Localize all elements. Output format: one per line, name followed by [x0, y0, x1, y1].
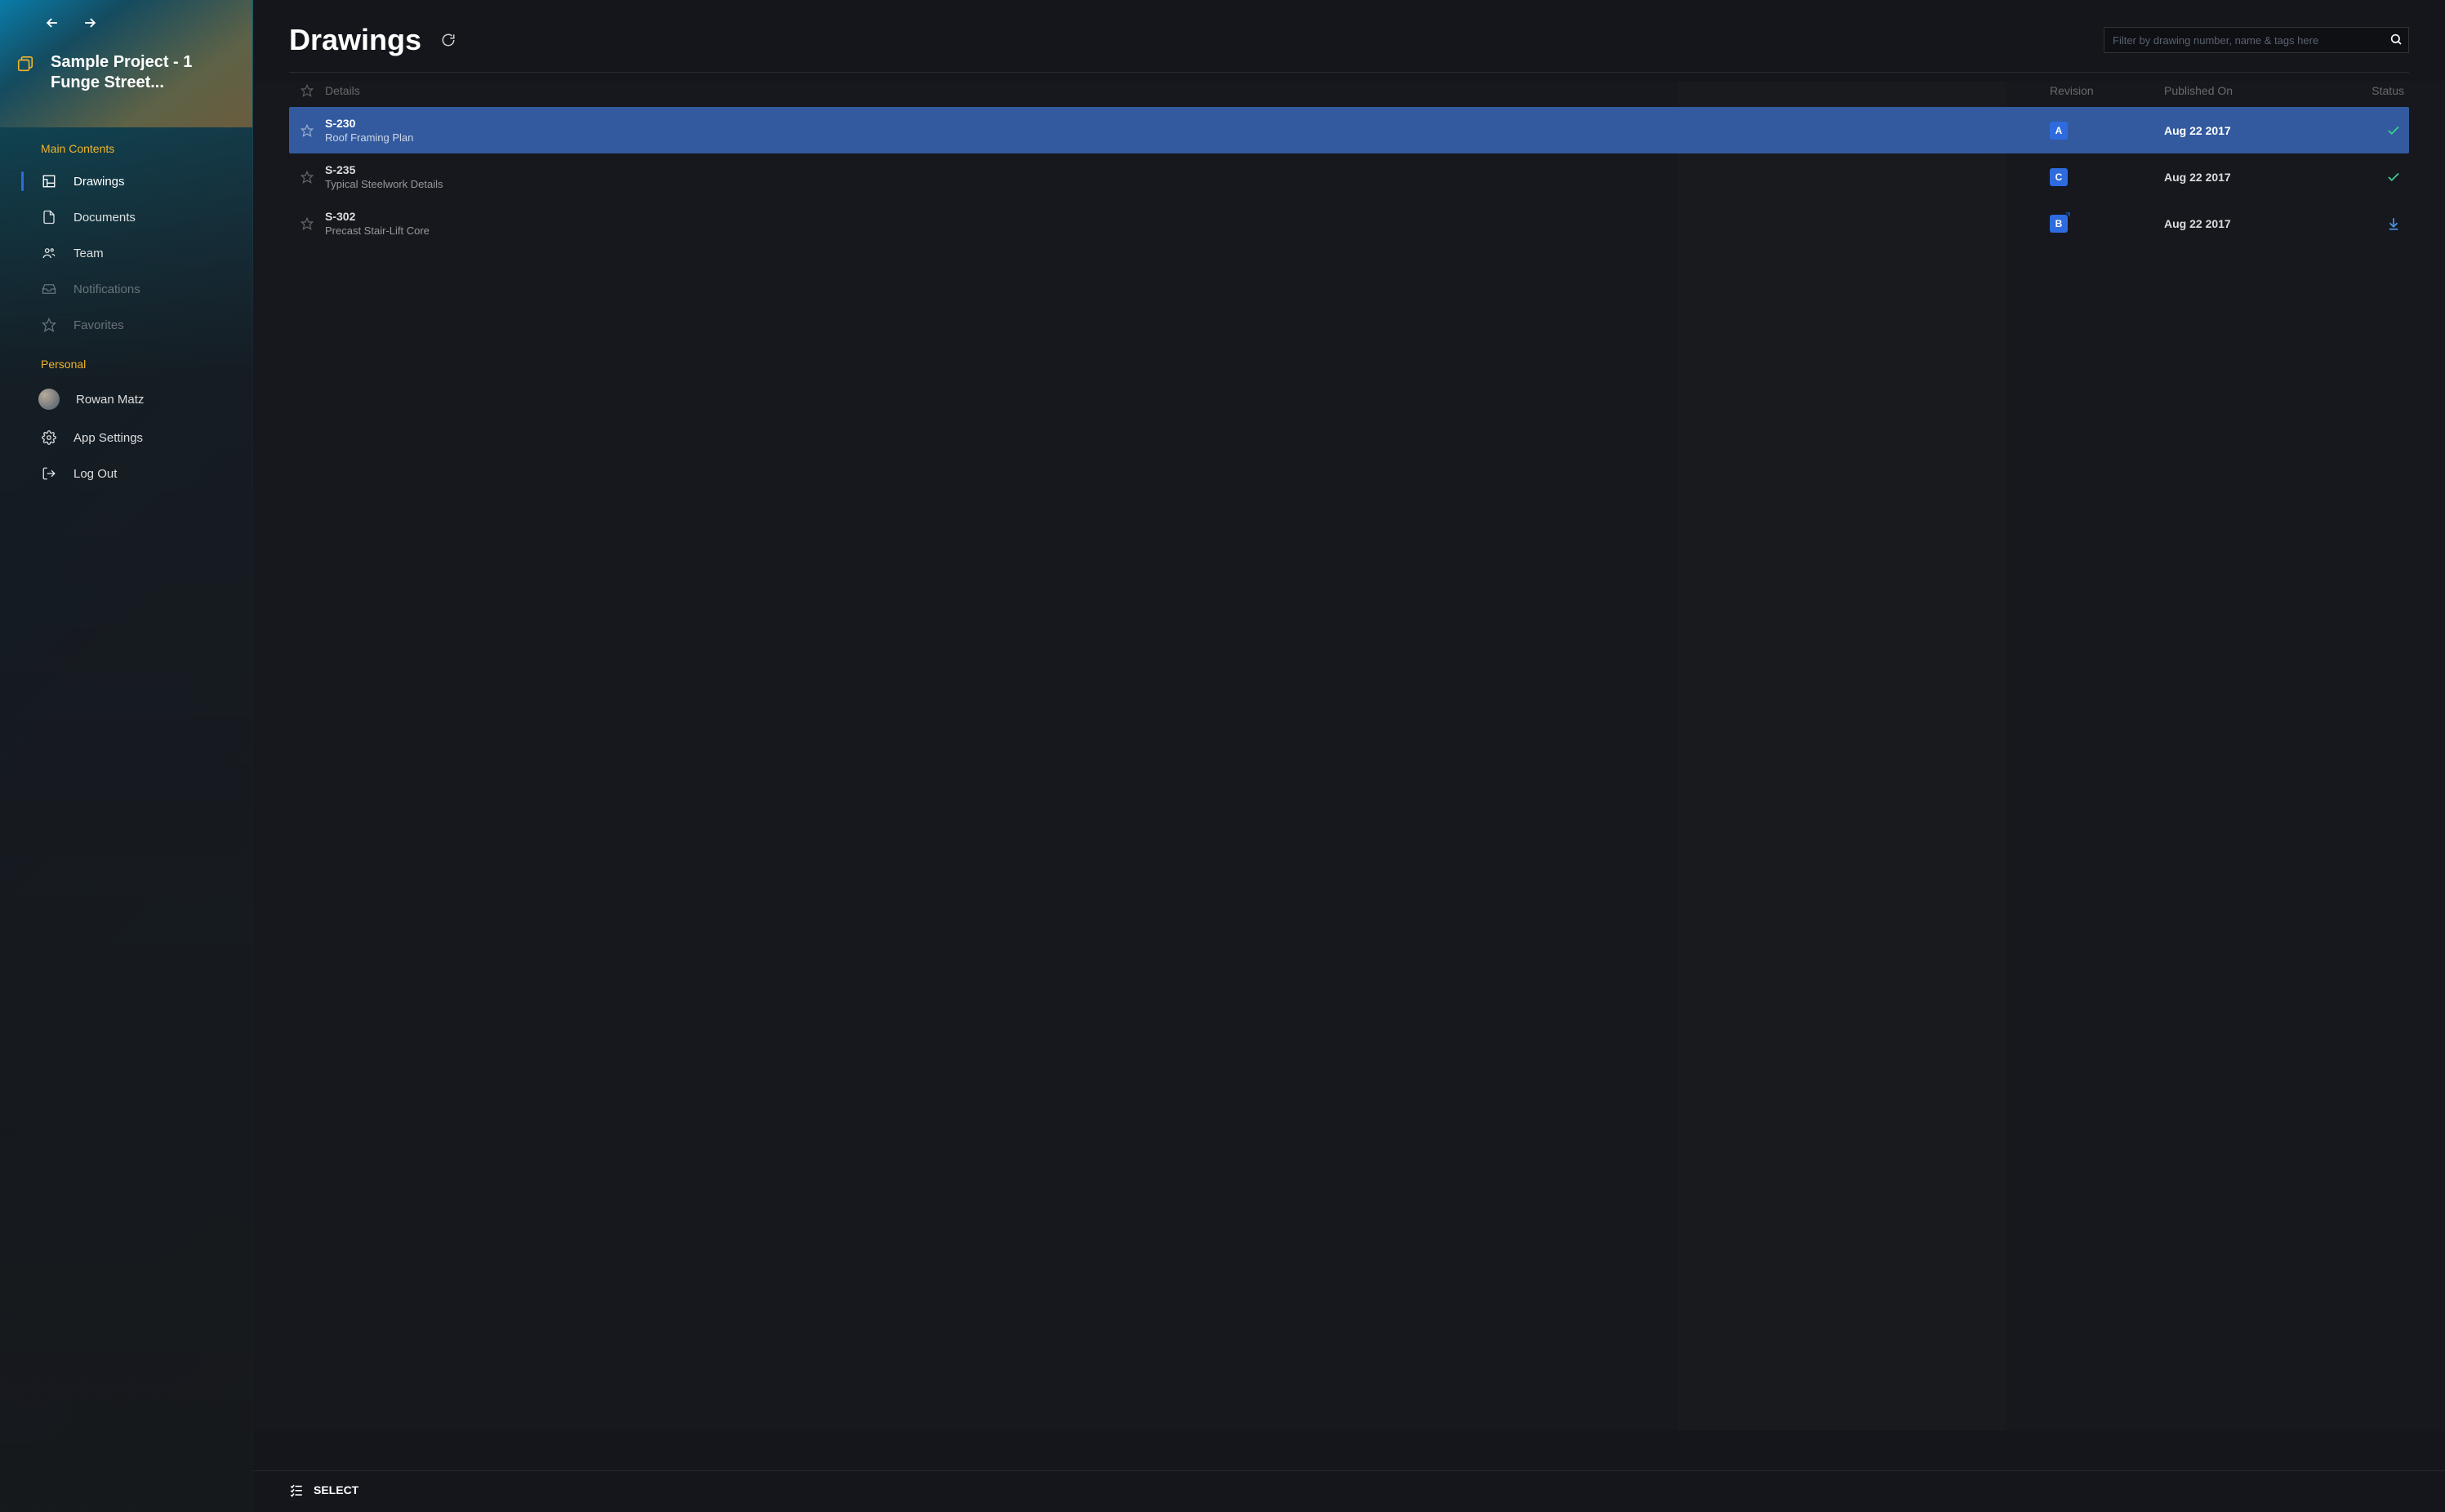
table-row[interactable]: S-235 Typical Steelwork DetailsC Aug 22 20…	[289, 153, 2409, 200]
sidebar-item-label: App Settings	[73, 431, 143, 445]
table-header: Details Revision Published On Status	[289, 72, 2409, 107]
drawing-name: Roof Framing Plan	[325, 131, 2050, 144]
check-icon	[2386, 170, 2401, 185]
revision-cell: B	[2050, 215, 2164, 233]
drawings-table: Details Revision Published On Status S-2…	[253, 72, 2445, 247]
status-cell	[2327, 170, 2409, 185]
logout-icon	[41, 465, 57, 482]
sidebar-item-favorites[interactable]: Favorites	[0, 307, 252, 343]
sidebar-item-logout[interactable]: Log Out	[0, 456, 252, 491]
nav-arrows	[42, 13, 236, 33]
drawing-name: Precast Stair-Lift Core	[325, 225, 2050, 237]
document-icon	[41, 209, 57, 225]
table-row[interactable]: S-230Roof Framing PlanA Aug 22 2017	[289, 107, 2409, 153]
section-main-label: Main Contents	[0, 127, 252, 163]
bottom-bar: SELECT	[253, 1470, 2445, 1512]
team-icon	[41, 245, 57, 261]
row-details: S-235 Typical Steelwork Details	[325, 163, 2050, 190]
table-body: S-230Roof Framing PlanA Aug 22 2017 S-235 T…	[289, 107, 2409, 247]
arrow-left-icon	[44, 15, 60, 31]
sidebar-item-label: Favorites	[73, 318, 124, 332]
drawing-number: S-230	[325, 117, 2050, 130]
project-title: Sample Project - 1 Funge Street...	[51, 52, 236, 93]
status-cell	[2327, 216, 2409, 231]
refresh-button[interactable]	[441, 33, 456, 47]
search-input[interactable]	[2104, 27, 2409, 53]
favorite-toggle[interactable]	[289, 171, 325, 184]
star-outline-icon	[301, 171, 314, 184]
sidebar-item-label: Drawings	[73, 175, 125, 189]
sidebar-item-notifications[interactable]: Notifications	[0, 271, 252, 307]
select-button[interactable]: SELECT	[314, 1483, 359, 1496]
main: Drawings Details Revision Published On S…	[253, 0, 2445, 1512]
row-details: S-230Roof Framing Plan	[325, 117, 2050, 144]
favorite-toggle[interactable]	[289, 124, 325, 137]
star-outline-icon	[301, 124, 314, 137]
arrow-right-icon	[82, 15, 98, 31]
sidebar-item-label: Rowan Matz	[76, 393, 144, 407]
table-row[interactable]: S-302 Precast Stair-Lift CoreB Aug 22 2017	[289, 200, 2409, 247]
status-cell	[2327, 123, 2409, 138]
section-personal-label: Personal	[0, 343, 252, 379]
column-revision[interactable]: Revision	[2050, 84, 2164, 97]
revision-badge: A	[2050, 122, 2068, 140]
column-published[interactable]: Published On	[2164, 84, 2327, 97]
project-row[interactable]: Sample Project - 1 Funge Street...	[16, 52, 236, 93]
project-icon	[16, 56, 34, 73]
published-date: Aug 22 2017	[2164, 171, 2327, 184]
revision-cell: C	[2050, 168, 2164, 186]
revision-badge: B	[2050, 215, 2068, 233]
check-icon	[2386, 123, 2401, 138]
blueprint-icon	[41, 173, 57, 189]
sidebar-item-label: Documents	[73, 211, 136, 225]
sidebar-item-label: Team	[73, 247, 104, 260]
select-list-icon	[289, 1483, 304, 1497]
refresh-icon	[441, 33, 456, 47]
sidebar-item-documents[interactable]: Documents	[0, 199, 252, 235]
sidebar: Sample Project - 1 Funge Street... Main …	[0, 0, 253, 1512]
drawing-number: S-302	[325, 210, 2050, 223]
revision-badge: C	[2050, 168, 2068, 186]
published-date: Aug 22 2017	[2164, 124, 2327, 137]
revision-cell: A	[2050, 122, 2164, 140]
star-icon	[41, 317, 57, 333]
drawing-name: Typical Steelwork Details	[325, 178, 2050, 190]
sidebar-item-team[interactable]: Team	[0, 235, 252, 271]
header-star-icon	[289, 84, 325, 97]
column-details[interactable]: Details	[325, 84, 2050, 97]
forward-button[interactable]	[80, 13, 100, 33]
sidebar-item-user[interactable]: Rowan Matz	[0, 379, 252, 420]
back-button[interactable]	[42, 13, 62, 33]
sidebar-item-settings[interactable]: App Settings	[0, 420, 252, 456]
background-preview	[253, 82, 2445, 1430]
topbar: Drawings	[253, 0, 2445, 72]
gear-icon	[41, 429, 57, 446]
sidebar-item-label: Notifications	[73, 282, 140, 296]
avatar	[38, 389, 60, 410]
star-outline-icon	[301, 217, 314, 230]
favorite-toggle[interactable]	[289, 217, 325, 230]
inbox-icon	[41, 281, 57, 297]
page-title: Drawings	[289, 23, 421, 57]
drawing-number: S-235	[325, 163, 2050, 176]
sidebar-item-drawings[interactable]: Drawings	[0, 163, 252, 199]
download-icon	[2386, 216, 2401, 231]
sidebar-item-label: Log Out	[73, 467, 117, 481]
search-wrap	[2104, 27, 2409, 53]
row-details: S-302 Precast Stair-Lift Core	[325, 210, 2050, 237]
sidebar-header: Sample Project - 1 Funge Street...	[0, 0, 252, 127]
published-date: Aug 22 2017	[2164, 217, 2327, 230]
column-status[interactable]: Status	[2327, 84, 2409, 97]
